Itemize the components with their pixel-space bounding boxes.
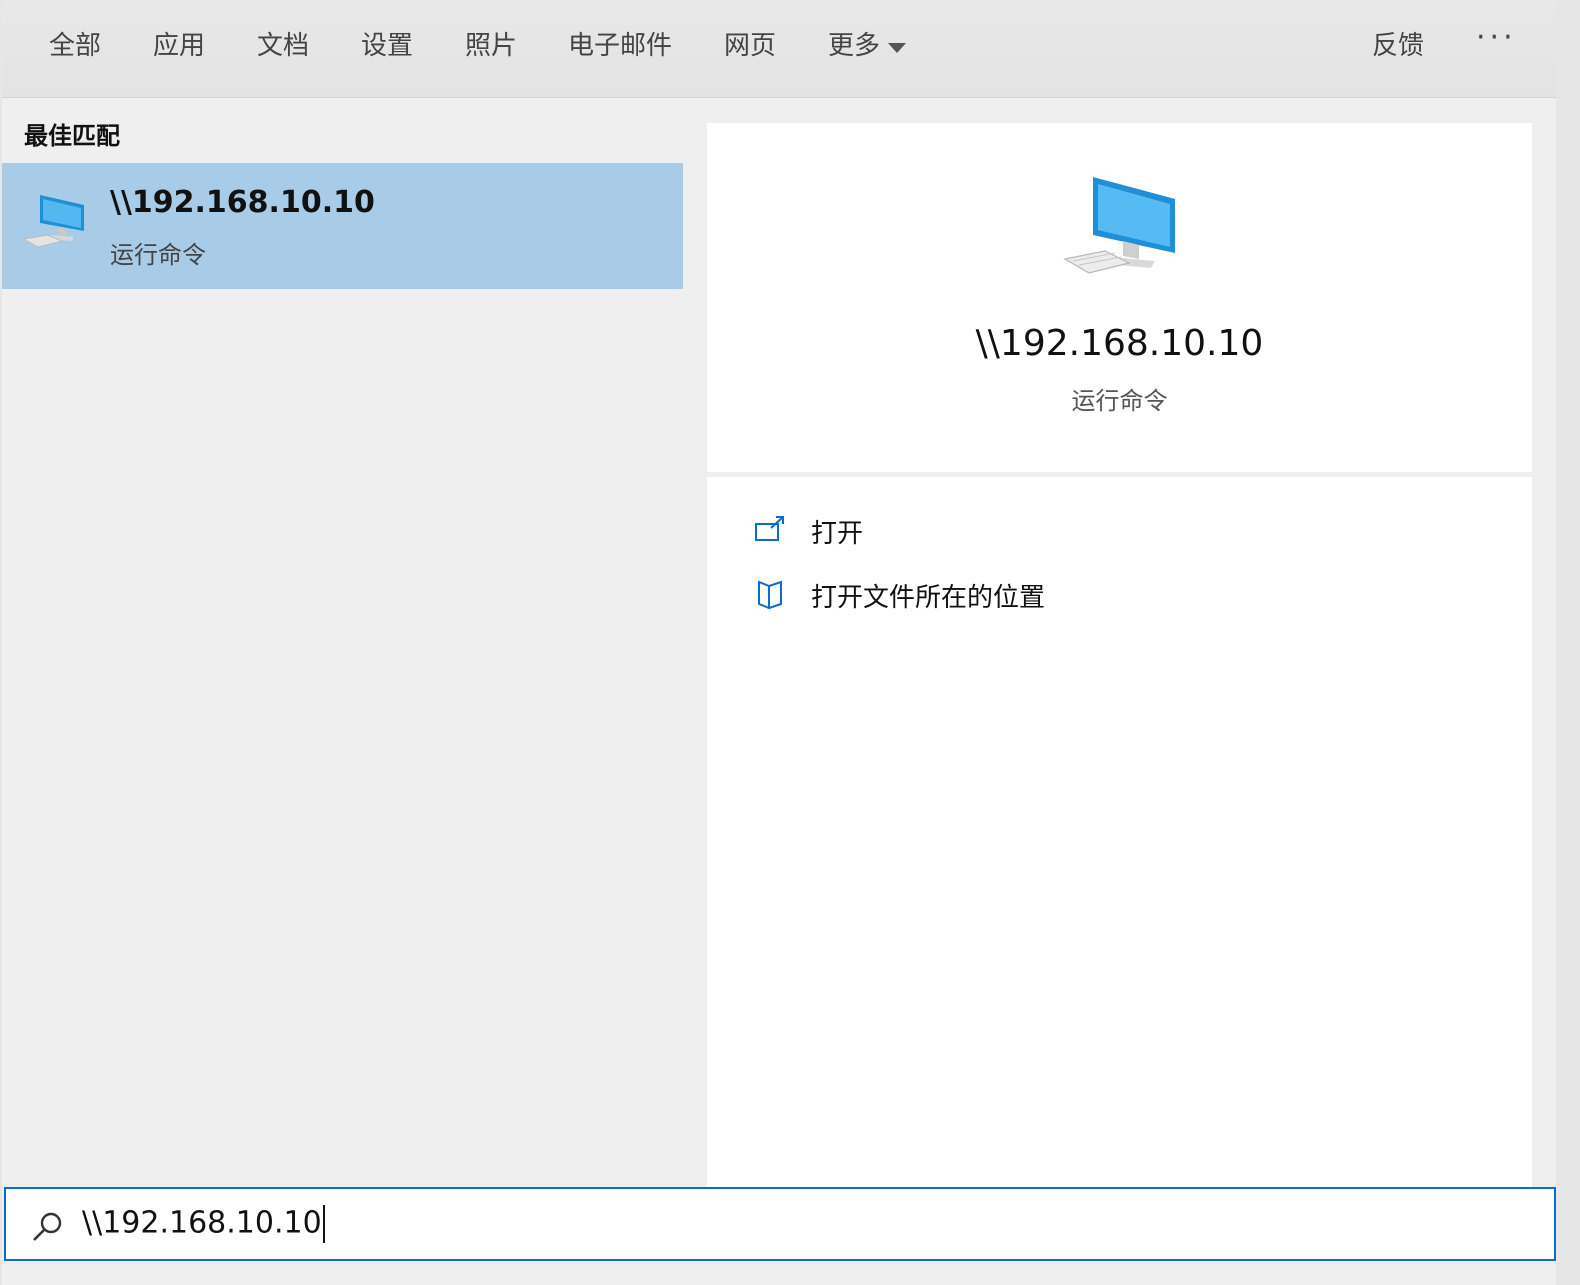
detail-subtitle: 运行命令 (1071, 387, 1168, 415)
search-input[interactable]: \\192.168.10.10 (82, 1205, 325, 1243)
computer-icon (22, 195, 84, 248)
result-subtitle: 运行命令 (110, 241, 206, 269)
chevron-down-icon (888, 43, 907, 53)
search-input-text: \\192.168.10.10 (82, 1205, 322, 1241)
section-title: 最佳匹配 (24, 122, 120, 150)
text-cursor (322, 1205, 325, 1243)
folder-location-icon (758, 580, 782, 610)
tab-more-label: 更多 (828, 31, 881, 61)
search-icon (33, 1212, 62, 1241)
tab-apps[interactable]: 应用 (153, 26, 205, 66)
open-external-icon (755, 516, 784, 541)
search-window: 全部 应用 文档 设置 照片 电子邮件 网页 更多 反馈 ··· 最佳匹配 \\… (2, 0, 1556, 1285)
more-options-button[interactable]: ··· (1476, 20, 1517, 55)
detail-title: \\192.168.10.10 (975, 323, 1264, 364)
tab-documents[interactable]: 文档 (257, 26, 309, 66)
results-list: 最佳匹配 \\192.168.10.10 运行命令 (2, 98, 683, 1187)
feedback-button[interactable]: 反馈 (1372, 26, 1424, 66)
tab-more-dropdown[interactable]: 更多 (828, 26, 907, 66)
open-action[interactable]: 打开 (753, 511, 863, 551)
tab-photos[interactable]: 照片 (465, 26, 517, 66)
open-action-label: 打开 (811, 518, 864, 549)
detail-panel: \\192.168.10.10 运行命令 打开 打开文件所在的位置 (707, 123, 1532, 1187)
result-title: \\192.168.10.10 (110, 185, 375, 220)
tab-all[interactable]: 全部 (49, 26, 101, 66)
tab-web[interactable]: 网页 (724, 26, 776, 66)
filter-bar: 全部 应用 文档 设置 照片 电子邮件 网页 更多 反馈 ··· (2, 0, 1556, 98)
divider (707, 472, 1532, 477)
open-file-location-label: 打开文件所在的位置 (811, 582, 1046, 613)
open-file-location-action[interactable]: 打开文件所在的位置 (753, 575, 1045, 615)
search-box[interactable]: \\192.168.10.10 (4, 1187, 1556, 1261)
computer-icon (1063, 177, 1175, 274)
tab-email[interactable]: 电子邮件 (568, 26, 672, 66)
best-match-result[interactable]: \\192.168.10.10 运行命令 (2, 163, 683, 289)
tab-settings[interactable]: 设置 (361, 26, 413, 66)
